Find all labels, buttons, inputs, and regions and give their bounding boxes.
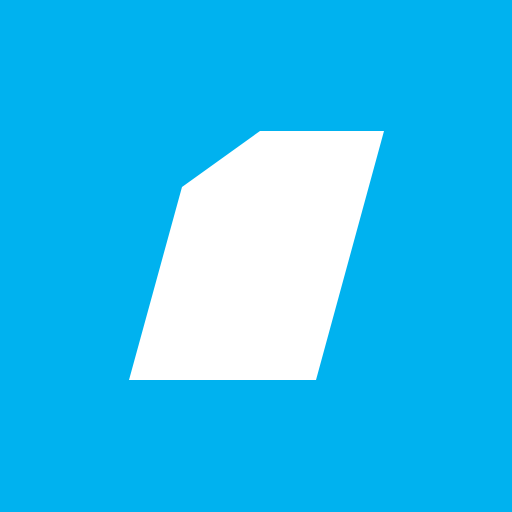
app-icon [0, 0, 512, 512]
app-icon-canvas [0, 0, 512, 512]
